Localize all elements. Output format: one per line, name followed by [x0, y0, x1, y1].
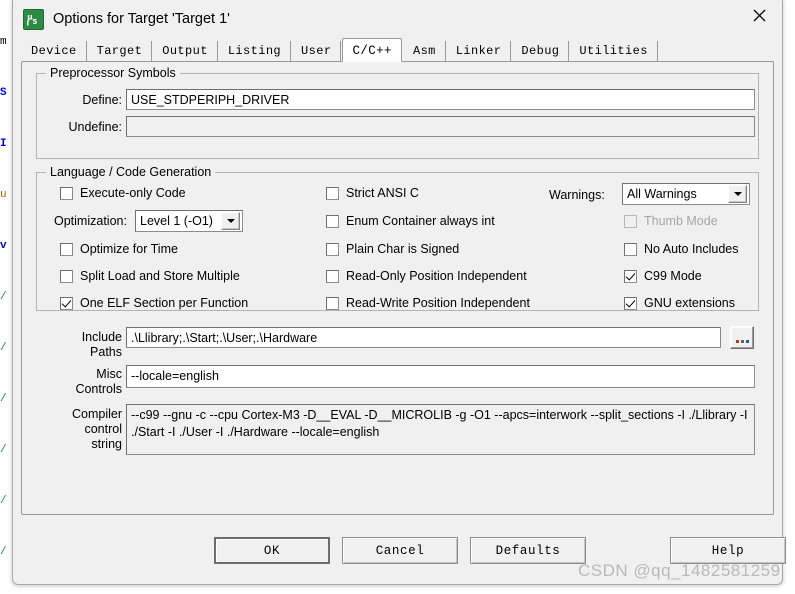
- tab-linker[interactable]: Linker: [445, 41, 512, 61]
- checkbox-box: [624, 214, 637, 228]
- optimization-value: Level 1 (-O1): [140, 214, 213, 228]
- checkbox-label: Read-Only Position Independent: [346, 269, 527, 283]
- compiler-control-label-line1: Compiler: [71, 407, 122, 421]
- checkbox-label: Plain Char is Signed: [346, 242, 460, 256]
- tab-debug[interactable]: Debug: [511, 41, 570, 61]
- checkbox-read-write-position-independent[interactable]: Read-Write Position Independent: [326, 296, 530, 310]
- checkbox-label: One ELF Section per Function: [80, 296, 249, 310]
- tab-bar[interactable]: Device Target Output Listing User C/C++ …: [21, 38, 774, 62]
- misc-controls-input[interactable]: --locale=english: [126, 365, 755, 388]
- misc-controls-label-line1: Misc: [96, 367, 122, 381]
- checkbox-one-elf-section-per-function[interactable]: One ELF Section per Function: [60, 296, 248, 310]
- tab-page-c-cpp: Preprocessor Symbols Define: USE_STDPERI…: [21, 61, 774, 515]
- tab-listing[interactable]: Listing: [217, 41, 292, 61]
- tab-asm[interactable]: Asm: [402, 41, 446, 61]
- checkbox-box[interactable]: [624, 242, 637, 256]
- checkbox-thumb-mode[interactable]: Thumb Mode: [624, 214, 718, 228]
- chevron-down-icon[interactable]: [221, 212, 240, 230]
- tab-device[interactable]: Device: [21, 41, 87, 61]
- ellipsis-icon: [735, 340, 749, 343]
- checkbox-box[interactable]: [326, 242, 339, 256]
- dialog-title: Options for Target 'Target 1': [53, 11, 230, 27]
- preprocessor-group-title: Preprocessor Symbols: [46, 66, 180, 80]
- checkbox-label: Strict ANSI C: [346, 186, 419, 200]
- checkbox-box[interactable]: [326, 296, 339, 310]
- checkbox-box[interactable]: [624, 296, 637, 310]
- checkbox-box[interactable]: [624, 269, 637, 283]
- checkbox-label: Enum Container always int: [346, 214, 495, 228]
- checkbox-label: Read-Write Position Independent: [346, 296, 530, 310]
- language-group-title: Language / Code Generation: [46, 165, 216, 179]
- checkbox-box[interactable]: [60, 242, 73, 256]
- compiler-control-label-line2: control: [84, 422, 122, 436]
- checkbox-box[interactable]: [60, 186, 73, 200]
- checkbox-gnu-extensions[interactable]: GNU extensions: [624, 296, 735, 310]
- include-paths-input[interactable]: .\Llibrary;.\Start;.\User;.\Hardware: [126, 327, 721, 348]
- cancel-button[interactable]: Cancel: [342, 537, 458, 564]
- checkbox-plain-char-is-signed[interactable]: Plain Char is Signed: [326, 242, 459, 256]
- undefine-input[interactable]: [126, 116, 755, 137]
- tab-user[interactable]: User: [291, 41, 342, 61]
- undefine-label: Undefine:: [68, 120, 122, 134]
- checkbox-box[interactable]: [60, 296, 73, 310]
- checkbox-box[interactable]: [326, 186, 339, 200]
- checkbox-box[interactable]: [326, 269, 339, 283]
- checkbox-optimize-for-time[interactable]: Optimize for Time: [60, 242, 178, 256]
- optimization-combo[interactable]: Level 1 (-O1): [135, 210, 243, 232]
- chevron-down-icon[interactable]: [728, 185, 747, 203]
- checkbox-label: No Auto Includes: [644, 242, 739, 256]
- checkbox-label: Execute-only Code: [80, 186, 186, 200]
- warnings-combo[interactable]: All Warnings: [622, 183, 750, 205]
- tab-output[interactable]: Output: [152, 41, 218, 61]
- include-paths-label-line2: Paths: [90, 345, 122, 359]
- include-paths-label-line1: Include: [81, 330, 122, 344]
- checkbox-label: GNU extensions: [644, 296, 736, 310]
- checkbox-split-load-and-store-multiple[interactable]: Split Load and Store Multiple: [60, 269, 240, 283]
- tab-utilities[interactable]: Utilities: [569, 41, 658, 61]
- ok-button[interactable]: OK: [214, 537, 330, 564]
- define-label: Define:: [82, 93, 122, 107]
- misc-controls-label-line2: Controls: [75, 382, 122, 396]
- screen: m S I u v / / / / / / / { } / / v { * ( …: [0, 0, 795, 594]
- checkbox-c99-mode[interactable]: C99 Mode: [624, 269, 702, 283]
- tab-target[interactable]: Target: [86, 41, 153, 61]
- defaults-button[interactable]: Defaults: [470, 537, 586, 564]
- checkbox-box[interactable]: [326, 214, 339, 228]
- warnings-value: All Warnings: [627, 187, 697, 201]
- checkbox-no-auto-includes[interactable]: No Auto Includes: [624, 242, 739, 256]
- tab-c-cpp[interactable]: C/C++: [342, 38, 402, 62]
- dialog-titlebar[interactable]: μ 5 Options for Target 'Target 1': [13, 0, 782, 38]
- checkbox-box[interactable]: [60, 269, 73, 283]
- options-dialog: μ 5 Options for Target 'Target 1' Device…: [12, 0, 786, 585]
- svg-text:5: 5: [33, 18, 38, 26]
- compiler-control-string-input[interactable]: --c99 --gnu -c --cpu Cortex-M3 -D__EVAL …: [126, 404, 755, 455]
- define-input[interactable]: USE_STDPERIPH_DRIVER: [126, 89, 755, 110]
- checkbox-enum-container-always-int[interactable]: Enum Container always int: [326, 214, 495, 228]
- checkbox-label: Optimize for Time: [80, 242, 178, 256]
- checkbox-label: Thumb Mode: [644, 214, 718, 228]
- uvision-logo-icon: μ 5: [23, 8, 44, 30]
- checkbox-label: Split Load and Store Multiple: [80, 269, 240, 283]
- checkbox-strict-ansi-c[interactable]: Strict ANSI C: [326, 186, 419, 200]
- compiler-control-label-line3: string: [91, 437, 122, 451]
- include-paths-browse-button[interactable]: [730, 326, 754, 349]
- checkbox-execute-only-code[interactable]: Execute-only Code: [60, 186, 186, 200]
- optimization-label: Optimization:: [54, 214, 127, 228]
- help-button[interactable]: Help: [670, 537, 786, 564]
- warnings-label: Warnings:: [549, 188, 605, 202]
- close-icon[interactable]: [736, 0, 782, 31]
- checkbox-label: C99 Mode: [644, 269, 702, 283]
- checkbox-read-only-position-independent[interactable]: Read-Only Position Independent: [326, 269, 527, 283]
